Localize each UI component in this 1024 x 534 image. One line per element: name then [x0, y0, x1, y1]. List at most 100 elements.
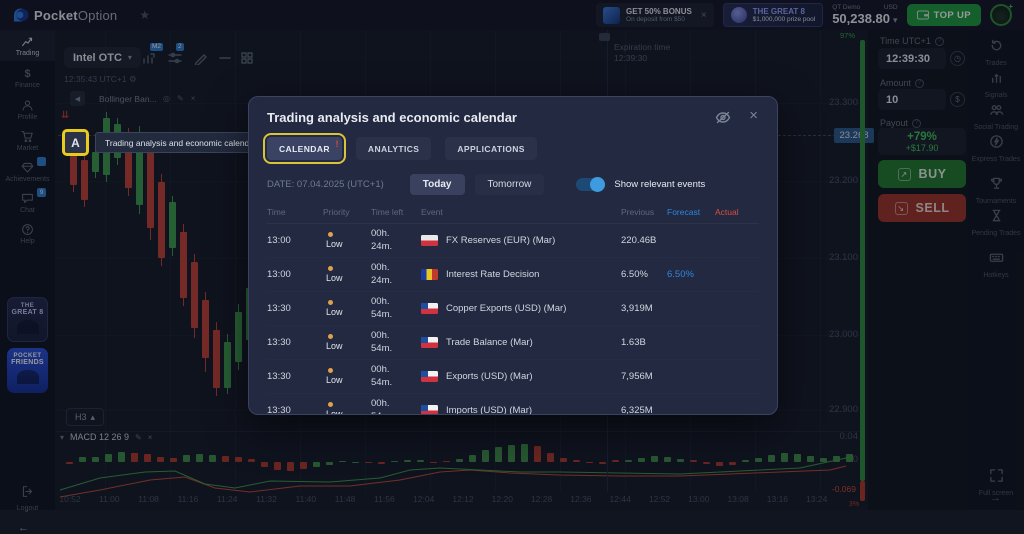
calendar-event-row[interactable]: 13:00Low00h.24m.FX Reserves (EUR) (Mar)2… — [267, 224, 759, 258]
rail-item-express-trades[interactable]: Express Trades — [968, 134, 1024, 165]
time-input[interactable]: 12:39:30 — [878, 48, 946, 69]
economic-calendar-modal: Trading analysis and economic calendar ×… — [248, 96, 778, 415]
tab-analytics[interactable]: ANALYTICS — [356, 137, 431, 160]
sidebar-item-finance[interactable]: $ Finance — [0, 63, 55, 94]
calendar-event-row[interactable]: 13:30Low00h.54m.Trade Balance (Mar)1.63B — [267, 326, 759, 360]
rail-item-hotkeys[interactable]: Hotkeys — [968, 250, 1024, 281]
logout-button[interactable]: Logout — [0, 485, 55, 512]
question-icon — [21, 223, 34, 236]
line-tool-icon[interactable] — [218, 51, 232, 65]
eye-off-icon[interactable] — [715, 111, 731, 124]
sentiment-up-label: 97% — [840, 31, 855, 40]
priority-dot-icon — [328, 266, 333, 271]
time-label: Time UTC+1? — [880, 36, 944, 46]
amount-input[interactable]: 10 — [878, 89, 946, 110]
gear-icon[interactable]: ⚙ — [129, 74, 137, 84]
event-name: FX Reserves (EUR) (Mar) — [421, 235, 621, 246]
logout-icon — [21, 485, 34, 498]
rail-item-tournaments[interactable]: Tournaments — [968, 176, 1024, 207]
event-previous: 220.46B — [621, 235, 667, 246]
sidebar-item-market[interactable]: Market — [0, 125, 55, 156]
macd-indicator-row[interactable]: ▾ MACD 12 26 9 ✎ × — [60, 432, 152, 442]
drawing-tools-icon[interactable] — [194, 51, 208, 65]
indicator-controls[interactable]: ◎✎× — [163, 94, 202, 103]
account-type: QT Demo — [832, 4, 860, 11]
event-priority: Low — [323, 368, 371, 385]
signals-icon — [989, 70, 1004, 85]
priority-dot-icon — [328, 300, 333, 305]
chart-clock: 12:35:43 UTC+1 ⚙ — [64, 74, 137, 85]
person-icon — [21, 99, 34, 112]
chart-type-icon[interactable] — [142, 51, 156, 65]
great8-banner[interactable]: THE GREAT 8 $1,000,000 prize pool — [723, 3, 824, 27]
rail-item-signals[interactable]: Signals — [968, 70, 1024, 101]
help-icon[interactable]: ? — [935, 37, 944, 46]
sell-signal-icon: ⇊ — [61, 110, 69, 121]
account-balance[interactable]: QT Demo USD 50,238.80▾ — [832, 4, 897, 26]
col-forecast[interactable]: Forecast — [667, 207, 715, 217]
calendar-event-row[interactable]: 13:00Low00h.24m.Interest Rate Decision6.… — [267, 258, 759, 292]
tab-applications[interactable]: APPLICATIONS — [445, 137, 536, 160]
asset-selector[interactable]: Intel OTC ▾ — [64, 47, 141, 68]
tab-calendar[interactable]: CALENDAR! — [267, 137, 342, 160]
indicator-collapse-button[interactable]: ◀ — [70, 91, 85, 106]
collapse-rail-arrow[interactable]: → — [990, 492, 1001, 504]
sidebar-item-achievements[interactable]: Achievements — [0, 156, 55, 187]
close-icon[interactable]: × — [701, 10, 707, 21]
help-icon[interactable]: ? — [915, 79, 924, 88]
account-currency: USD — [884, 4, 898, 11]
chat-badge: 9 — [37, 188, 46, 197]
brand-logo[interactable]: PocketOption — [12, 7, 117, 23]
show-relevant-toggle[interactable] — [576, 178, 605, 191]
close-icon[interactable]: × — [148, 433, 153, 442]
bonus-banner[interactable]: GET 50% BONUS On deposit from $50 × — [596, 3, 714, 27]
event-priority: Low — [323, 266, 371, 283]
trophy-icon — [989, 176, 1004, 191]
macd-scale-top: 0.04 — [798, 431, 858, 442]
pocket-friends-banner[interactable]: POCKET FRIENDS — [7, 348, 48, 393]
rail-item-social-trading[interactable]: Social Trading — [968, 102, 1024, 133]
tomorrow-button[interactable]: Tomorrow — [475, 174, 545, 195]
arrow-up-right-icon: ↗ — [898, 168, 911, 181]
calendar-event-row[interactable]: 13:30Low00h.54m.Exports (USD) (Mar)7,956… — [267, 360, 759, 394]
close-icon[interactable]: × — [749, 107, 758, 124]
sell-button[interactable]: ↘SELL — [878, 194, 966, 222]
payout-profit: +$17.90 — [906, 143, 939, 153]
priority-dot-icon — [328, 232, 333, 237]
expiration-time: 12:39:30 — [614, 53, 647, 63]
sidebar-item-trading[interactable]: Trading — [0, 30, 55, 61]
payout-box: +79% +$17.90 — [878, 128, 966, 155]
achievements-badge — [37, 157, 46, 166]
calendar-event-row[interactable]: 13:30Low00h.54m.Imports (USD) (Mar)6,325… — [267, 394, 759, 415]
lightning-icon — [989, 134, 1004, 149]
sidebar-item-profile[interactable]: Profile — [0, 94, 55, 125]
dollar-icon[interactable]: $ — [950, 92, 965, 107]
buy-button[interactable]: ↗BUY — [878, 160, 966, 188]
avatar[interactable]: + — [990, 4, 1012, 26]
favorites-star-icon[interactable]: ★ — [139, 8, 150, 22]
collapse-sidebar-arrow[interactable]: ← — [18, 522, 29, 534]
history-icon — [989, 38, 1004, 53]
date-label: DATE: 07.04.2025 (UTC+1) — [267, 179, 384, 190]
event-previous: 6,325M — [621, 405, 667, 415]
rail-item-trades[interactable]: Trades — [968, 38, 1024, 69]
rail-item-pending-trades[interactable]: Pending Trades — [968, 208, 1024, 239]
layout-grid-icon[interactable] — [240, 51, 254, 65]
today-button[interactable]: Today — [410, 174, 465, 195]
right-rail: Trades Signals Social Trading Express Tr… — [968, 30, 1024, 510]
great8-side-banner[interactable]: THE GREAT 8 — [7, 297, 48, 342]
top-up-button[interactable]: TOP UP — [907, 4, 981, 26]
indicators-icon[interactable] — [168, 51, 182, 65]
help-icon[interactable]: ? — [912, 119, 921, 128]
keyboard-icon — [989, 250, 1004, 265]
analysis-button[interactable]: A — [62, 129, 89, 156]
alert-badge: ! — [336, 139, 339, 149]
clock-icon[interactable]: ◷ — [950, 51, 965, 66]
sentiment-bar-up — [860, 40, 865, 481]
sidebar-item-chat[interactable]: 9 Chat — [0, 187, 55, 218]
pencil-icon[interactable]: ✎ — [135, 433, 142, 442]
calendar-event-row[interactable]: 13:30Low00h.54m.Copper Exports (USD) (Ma… — [267, 292, 759, 326]
macd-pane-toggle[interactable]: H3▴ — [66, 408, 104, 426]
sidebar-item-help[interactable]: Help — [0, 218, 55, 249]
col-actual[interactable]: Actual — [715, 207, 759, 217]
